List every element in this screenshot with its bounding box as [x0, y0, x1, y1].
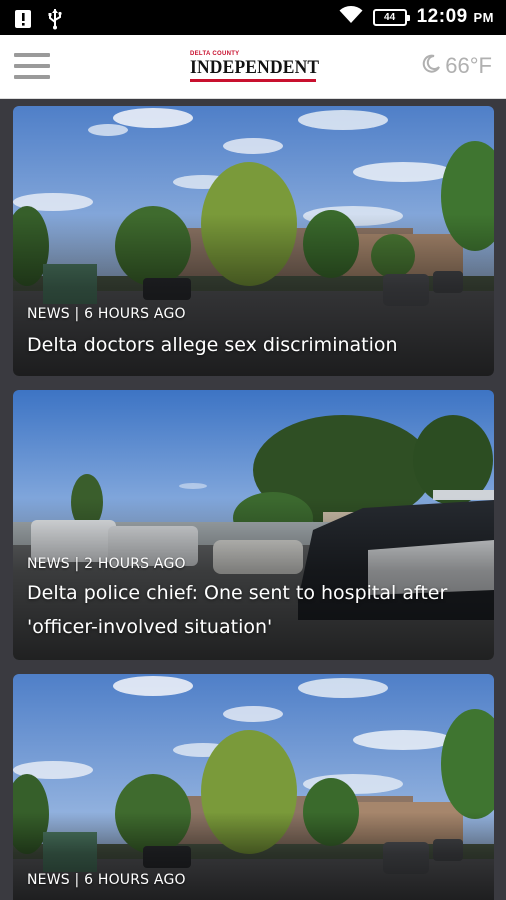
article-headline[interactable]: Delta doctors allege sex discrimination — [27, 328, 480, 362]
article-headline[interactable]: Delta police chief: One sent to hospital… — [27, 576, 480, 644]
article-time: 6 HOURS AGO — [84, 872, 186, 888]
article-category: NEWS — [27, 306, 70, 322]
wifi-icon — [339, 6, 363, 28]
battery-level: 44 — [384, 11, 396, 23]
meta-separator: | — [74, 306, 80, 322]
article-category: NEWS — [27, 872, 70, 888]
logo-underline — [190, 79, 316, 82]
usb-icon — [48, 8, 62, 34]
app-header: DELTA COUNTY INDEPENDENT 66°F — [0, 35, 506, 99]
article-card[interactable]: NEWS | 6 HOURS AGO — [13, 674, 494, 900]
article-meta: NEWS | 6 HOURS AGO — [27, 306, 186, 322]
weather-widget[interactable]: 66°F — [421, 53, 492, 79]
status-bar: 44 12:09 PM — [0, 0, 506, 35]
article-category: NEWS — [27, 556, 70, 572]
article-meta: NEWS | 2 HOURS AGO — [27, 556, 186, 572]
article-feed[interactable]: NEWS | 6 HOURS AGO Delta doctors allege … — [0, 100, 506, 900]
app-logo[interactable]: DELTA COUNTY INDEPENDENT — [190, 51, 320, 85]
battery-icon: 44 — [372, 8, 410, 26]
meta-separator: | — [74, 556, 80, 572]
moon-icon — [421, 54, 441, 78]
notification-icon — [14, 9, 32, 33]
article-card[interactable]: NEWS | 2 HOURS AGO Delta police chief: O… — [13, 390, 494, 660]
temperature: 66°F — [445, 53, 492, 78]
logo-title: INDEPENDENT — [190, 57, 320, 78]
article-card[interactable]: NEWS | 6 HOURS AGO Delta doctors allege … — [13, 106, 494, 376]
meta-separator: | — [74, 872, 80, 888]
hamburger-menu-icon[interactable] — [14, 53, 50, 81]
article-time: 6 HOURS AGO — [84, 306, 186, 322]
clock: 12:09 PM — [416, 6, 494, 27]
article-time: 2 HOURS AGO — [84, 556, 186, 572]
article-meta: NEWS | 6 HOURS AGO — [27, 872, 186, 888]
